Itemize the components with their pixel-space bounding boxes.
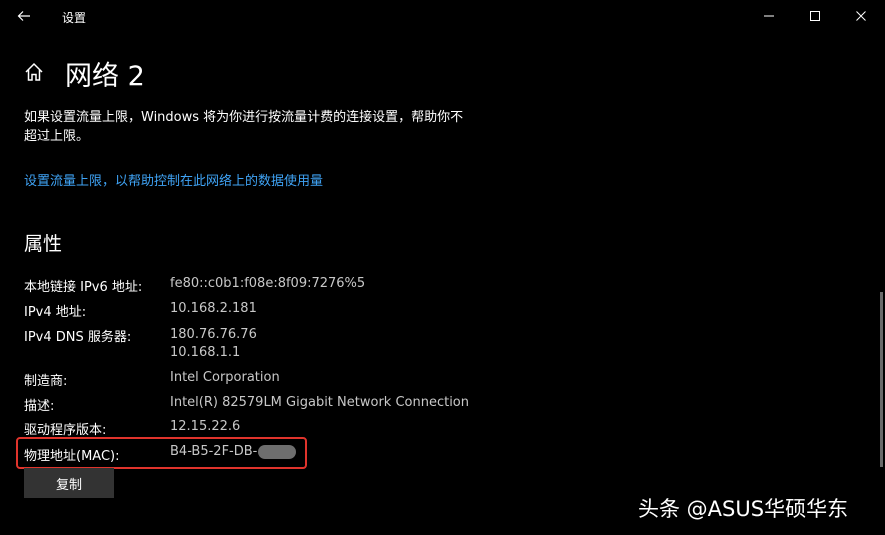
back-button[interactable] xyxy=(11,4,37,28)
prop-value-dns-1: 180.76.76.76 xyxy=(170,327,257,342)
properties-heading: 属性 xyxy=(24,233,63,255)
prop-value-dns-2: 10.168.1.1 xyxy=(170,345,241,360)
prop-label-driver: 驱动程序版本: xyxy=(24,423,107,438)
scrollbar[interactable] xyxy=(880,292,883,467)
prop-label-manufacturer: 制造商: xyxy=(24,374,68,389)
maximize-button[interactable] xyxy=(792,2,838,30)
prop-label-dns: IPv4 DNS 服务器: xyxy=(24,330,132,345)
prop-label-ipv4: IPv4 地址: xyxy=(24,305,87,320)
prop-value-driver: 12.15.22.6 xyxy=(170,419,241,434)
prop-label-description: 描述: xyxy=(24,399,55,414)
minimize-button[interactable] xyxy=(746,2,792,30)
mac-highlight-box xyxy=(16,437,307,469)
prop-value-ipv4: 10.168.2.181 xyxy=(170,301,257,316)
watermark: 头条 @ASUS华硕华东 xyxy=(638,497,849,521)
copy-button[interactable]: 复制 xyxy=(24,468,114,498)
back-arrow-icon xyxy=(17,11,30,21)
title-bar: 设置 xyxy=(0,0,885,32)
page-title: 网络 2 xyxy=(65,61,145,92)
close-icon xyxy=(856,11,866,21)
close-button[interactable] xyxy=(838,2,884,30)
minimize-icon xyxy=(764,15,774,17)
prop-value-description: Intel(R) 82579LM Gigabit Network Connect… xyxy=(170,395,469,410)
home-icon[interactable] xyxy=(23,61,45,83)
maximize-icon xyxy=(810,11,820,21)
prop-value-manufacturer: Intel Corporation xyxy=(170,370,280,385)
set-data-limit-link[interactable]: 设置流量上限，以帮助控制在此网络上的数据使用量 xyxy=(24,170,323,189)
window-title: 设置 xyxy=(62,11,87,25)
prop-label-ipv6: 本地链接 IPv6 地址: xyxy=(24,280,143,295)
prop-value-ipv6: fe80::c0b1:f08e:8f09:7276%5 xyxy=(170,276,366,291)
metered-description: 如果设置流量上限，Windows 将为你进行按流量计费的连接设置，帮助你不超过上… xyxy=(24,110,464,144)
